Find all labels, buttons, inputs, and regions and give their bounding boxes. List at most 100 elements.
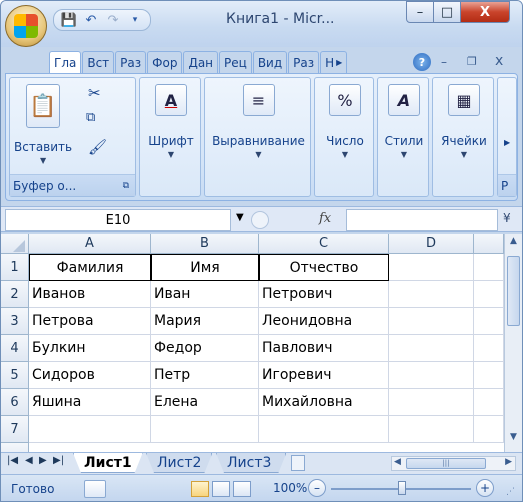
tab-developer[interactable]: Раз — [288, 51, 320, 73]
table-cell[interactable]: Булкин — [29, 335, 151, 362]
table-cell[interactable] — [389, 416, 474, 443]
table-cell[interactable]: Имя — [151, 254, 259, 281]
select-all-corner[interactable] — [1, 234, 29, 254]
macro-record-icon[interactable] — [84, 480, 106, 498]
close-button[interactable]: X — [460, 1, 510, 23]
sheet-tab-2[interactable]: Лист2 — [146, 453, 212, 473]
table-cell[interactable] — [474, 335, 504, 362]
column-header[interactable]: A — [29, 234, 151, 254]
styles-button[interactable]: A Стили ▼ — [380, 84, 428, 159]
scroll-left-icon[interactable]: ◀ — [394, 457, 401, 467]
name-box[interactable]: E10 — [5, 209, 231, 231]
table-cell[interactable]: Иван — [151, 281, 259, 308]
ribbon-minimize-icon[interactable]: – — [441, 55, 447, 69]
undo-icon[interactable]: ↶ — [82, 12, 100, 28]
table-cell[interactable]: Федор — [151, 335, 259, 362]
row-header[interactable]: 5 — [1, 362, 29, 389]
table-cell[interactable] — [389, 254, 474, 281]
table-cell[interactable]: Петрович — [259, 281, 389, 308]
table-cell[interactable]: Петрова — [29, 308, 151, 335]
vertical-scrollbar[interactable]: ▲ ▼ — [504, 234, 522, 452]
row-header[interactable] — [1, 443, 29, 452]
tab-page-layout[interactable]: Раз — [115, 51, 147, 73]
table-cell[interactable]: Яшина — [29, 389, 151, 416]
tab-formulas[interactable]: Фор — [147, 51, 183, 73]
insert-sheet-icon[interactable] — [291, 455, 305, 471]
row-header[interactable]: 3 — [1, 308, 29, 335]
formula-input[interactable] — [346, 209, 498, 231]
sheet-tab-3[interactable]: Лист3 — [216, 453, 286, 473]
dialog-launcher-icon[interactable]: ⧉ — [123, 181, 129, 191]
tab-more[interactable]: Н ▶ — [320, 51, 348, 73]
table-cell[interactable]: Фамилия — [29, 254, 151, 281]
cells-button[interactable]: ▦ Ячейки ▼ — [437, 84, 491, 159]
cancel-icon[interactable] — [251, 211, 269, 229]
redo-icon[interactable]: ↷ — [104, 12, 122, 28]
row-header[interactable]: 6 — [1, 389, 29, 416]
table-cell[interactable] — [474, 389, 504, 416]
table-cell[interactable] — [389, 308, 474, 335]
table-cell[interactable] — [389, 362, 474, 389]
zoom-in-button[interactable]: + — [476, 479, 494, 497]
table-cell[interactable]: Иванов — [29, 281, 151, 308]
last-sheet-icon[interactable]: ▶| — [53, 455, 64, 466]
page-layout-view-icon[interactable] — [212, 481, 230, 497]
table-cell[interactable] — [29, 416, 151, 443]
table-cell[interactable]: Михайловна — [259, 389, 389, 416]
copy-icon[interactable]: ⧉ — [86, 110, 95, 125]
table-cell[interactable] — [389, 389, 474, 416]
table-cell[interactable] — [474, 281, 504, 308]
save-icon[interactable]: 💾 — [60, 12, 78, 28]
table-cell[interactable] — [151, 416, 259, 443]
normal-view-icon[interactable] — [191, 481, 209, 497]
insert-function-icon[interactable]: fx — [319, 211, 331, 226]
table-cell[interactable]: Петр — [151, 362, 259, 389]
table-cell[interactable]: Леонидовна — [259, 308, 389, 335]
table-cell[interactable]: Игоревич — [259, 362, 389, 389]
row-header[interactable]: 7 — [1, 416, 29, 443]
tab-data[interactable]: Дан — [183, 51, 219, 73]
row-header[interactable]: 4 — [1, 335, 29, 362]
ribbon-close-icon[interactable]: x — [495, 53, 503, 69]
paste-button[interactable]: 📋 Вставить ▼ — [14, 84, 72, 165]
expand-formula-icon[interactable]: ¥ — [503, 211, 511, 225]
column-header[interactable]: D — [389, 234, 474, 254]
prev-sheet-icon[interactable]: ◀ — [25, 455, 33, 466]
customize-icon[interactable]: ▾ — [126, 12, 144, 28]
table-cell[interactable] — [389, 281, 474, 308]
scroll-up-icon[interactable]: ▲ — [507, 236, 520, 250]
table-cell[interactable]: Отчество — [259, 254, 389, 281]
table-cell[interactable] — [474, 254, 504, 281]
number-button[interactable]: % Число ▼ — [319, 84, 371, 159]
row-header[interactable]: 2 — [1, 281, 29, 308]
scroll-right-icon[interactable]: ▶ — [505, 457, 512, 467]
table-cell[interactable] — [474, 416, 504, 443]
worksheet-grid[interactable]: A B C D 1 Фамилия Имя Отчество 2 Иванов Иван Петров… — [1, 234, 504, 452]
sheet-tab-1[interactable]: Лист1 — [73, 453, 143, 473]
page-break-view-icon[interactable] — [233, 481, 251, 497]
table-cell[interactable]: Мария — [151, 308, 259, 335]
table-cell[interactable]: Елена — [151, 389, 259, 416]
horizontal-scrollbar[interactable]: ◀ ||| ▶ — [391, 456, 516, 471]
table-cell[interactable] — [474, 362, 504, 389]
resize-grip-icon[interactable]: ⋰ — [506, 487, 515, 497]
tab-view[interactable]: Вид — [252, 51, 288, 73]
zoom-out-button[interactable]: – — [308, 479, 326, 497]
tab-review[interactable]: Рец — [219, 51, 252, 73]
scroll-thumb[interactable] — [507, 256, 520, 326]
tab-home[interactable]: Гла — [49, 51, 82, 73]
table-cell[interactable] — [389, 335, 474, 362]
font-button[interactable]: A Шрифт ▼ — [144, 84, 198, 159]
scroll-down-icon[interactable]: ▼ — [507, 432, 520, 446]
office-button[interactable] — [5, 5, 47, 47]
zoom-level[interactable]: 100% — [273, 481, 307, 495]
table-cell[interactable] — [474, 308, 504, 335]
ribbon-restore-icon[interactable]: ❐ — [467, 55, 477, 68]
chevron-right-icon[interactable]: ▶ — [504, 138, 510, 147]
next-sheet-icon[interactable]: ▶ — [39, 455, 47, 466]
alignment-button[interactable]: ≡ Выравнивание ▼ — [207, 84, 310, 159]
column-header[interactable]: C — [259, 234, 389, 254]
table-cell[interactable]: Павлович — [259, 335, 389, 362]
first-sheet-icon[interactable]: |◀ — [7, 455, 18, 466]
row-header[interactable]: 1 — [1, 254, 29, 281]
